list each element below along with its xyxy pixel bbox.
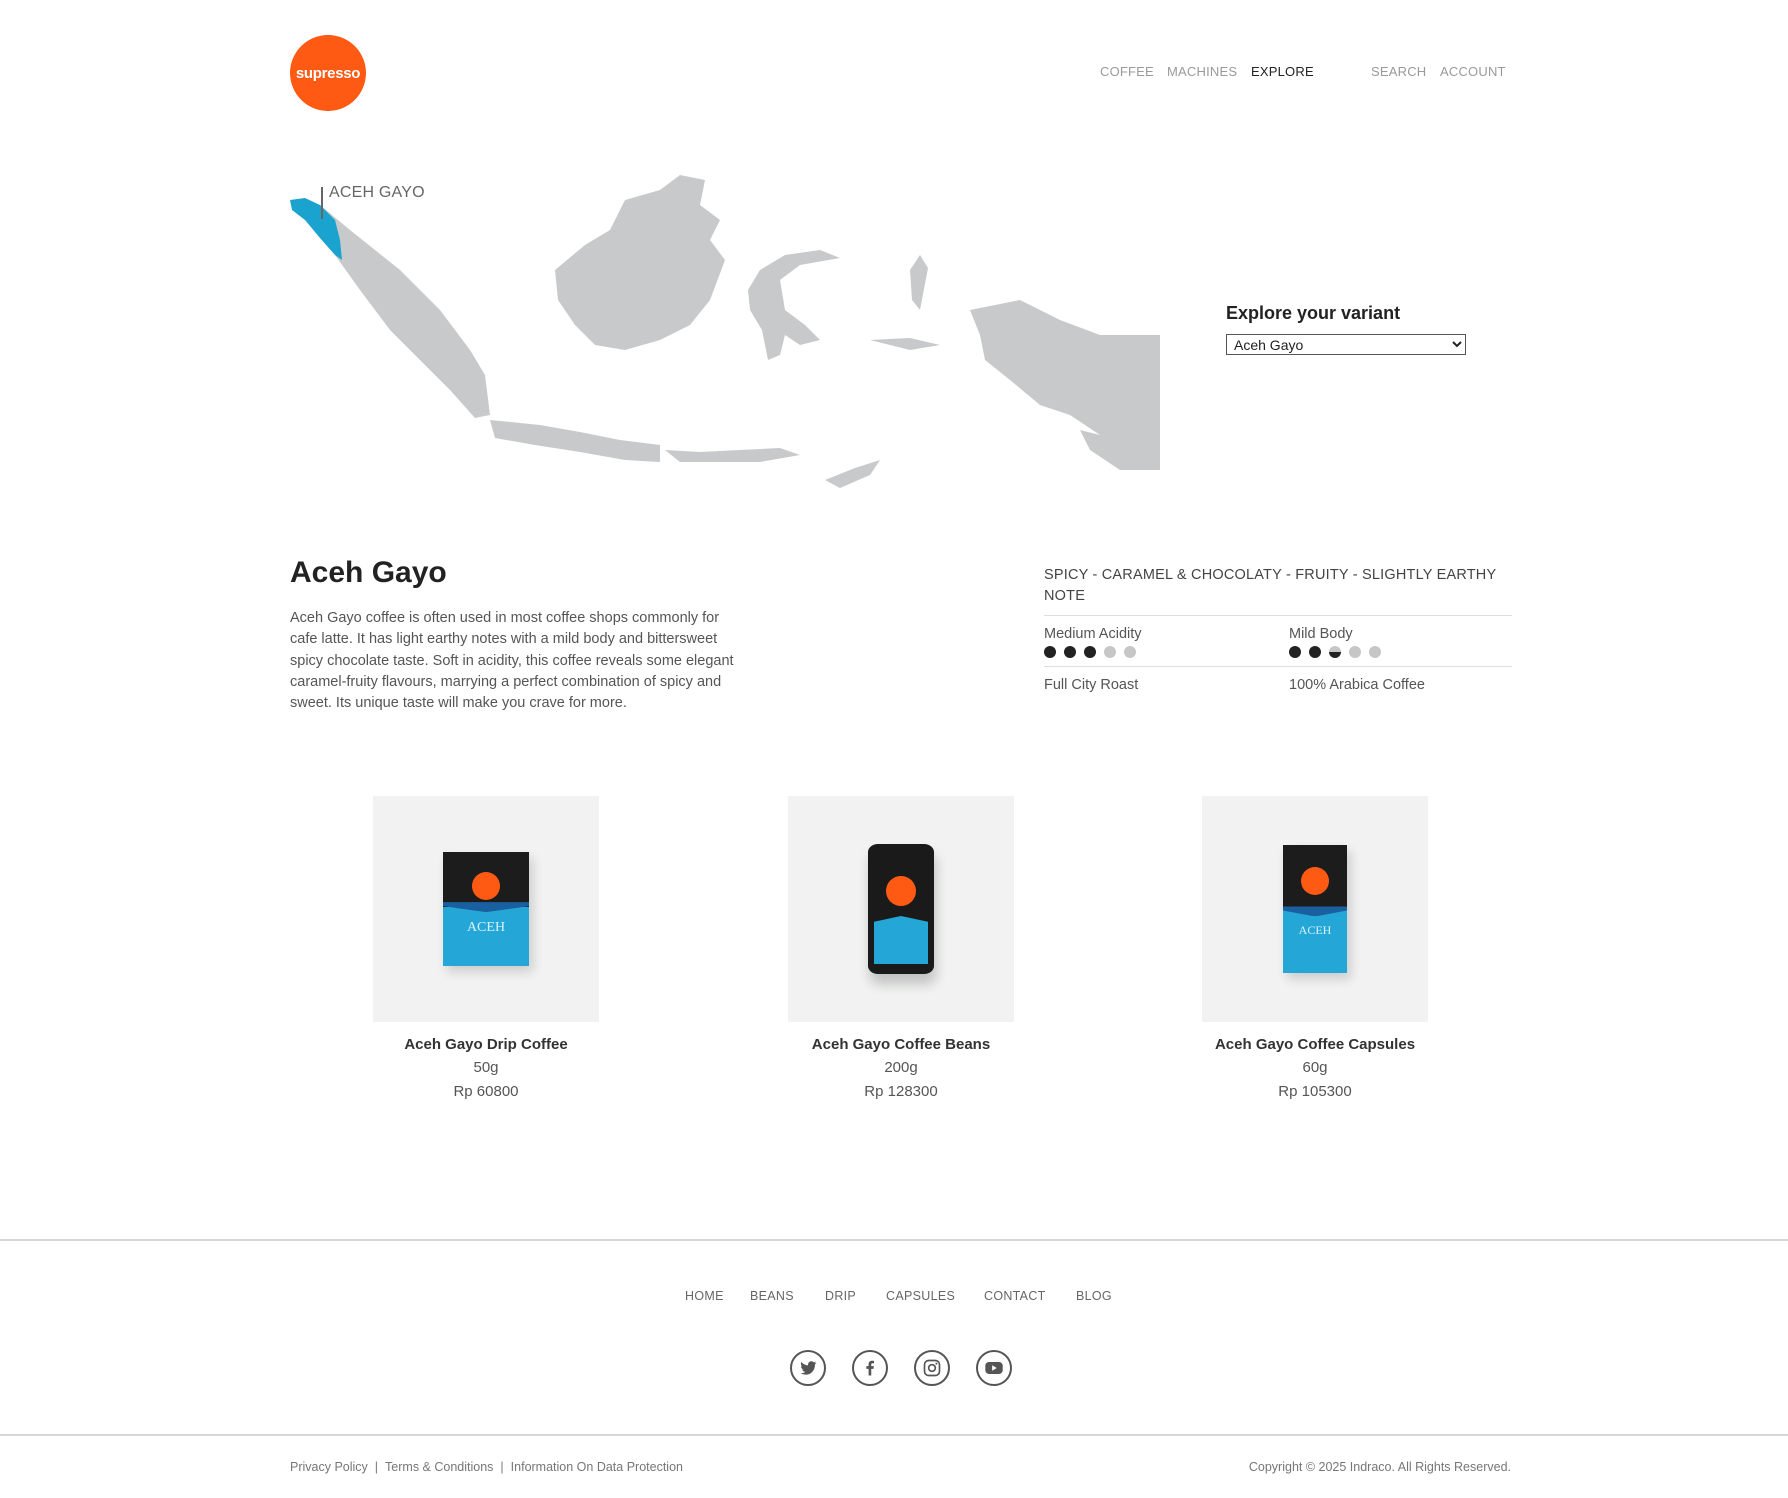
origin-label: 100% Arabica Coffee: [1289, 677, 1425, 693]
footer-divider: [0, 1434, 1788, 1436]
nav-search[interactable]: SEARCH: [1371, 64, 1426, 79]
map-region-borneo: [555, 175, 725, 350]
product-image: [788, 796, 1014, 1022]
product-price: Rp 128300: [864, 1083, 938, 1100]
rating-dot: [1329, 646, 1341, 658]
map-region-aceh-gayo: [290, 198, 342, 260]
capsules-package-icon: ACEH: [1283, 845, 1347, 973]
nav-account[interactable]: ACCOUNT: [1440, 64, 1506, 79]
rating-dot: [1349, 646, 1361, 658]
product-image: ACEH: [373, 796, 599, 1022]
indonesia-map[interactable]: [280, 150, 1180, 530]
map-region-lesser-sunda: [665, 448, 800, 462]
map-region-sulawesi: [748, 250, 840, 360]
body-label: Mild Body: [1289, 626, 1353, 642]
variant-select[interactable]: Aceh Gayo: [1226, 334, 1466, 355]
divider: [1044, 666, 1512, 667]
logo-text: supresso: [295, 64, 361, 82]
map-region-java: [490, 420, 660, 462]
footer-nav-drip[interactable]: DRIP: [825, 1289, 856, 1303]
acidity-rating: [1044, 646, 1136, 658]
supresso-logo[interactable]: supresso: [290, 35, 366, 111]
rating-dot: [1289, 646, 1301, 658]
rating-dot: [1309, 646, 1321, 658]
body-rating: [1289, 646, 1381, 658]
terms-link[interactable]: Terms & Conditions: [385, 1460, 493, 1474]
product-price: Rp 105300: [1278, 1083, 1352, 1100]
tasting-notes: SPICY - CARAMEL & CHOCOLATY - FRUITY - S…: [1044, 567, 1497, 604]
nav-explore[interactable]: EXPLORE: [1251, 64, 1314, 79]
beans-can-icon: [868, 844, 934, 974]
explore-variant-title: Explore your variant: [1226, 303, 1401, 323]
drip-package-icon: ACEH: [443, 852, 529, 966]
footer-nav-capsules[interactable]: CAPSULES: [886, 1289, 955, 1303]
product-size: 200g: [884, 1059, 918, 1076]
footer-nav-home[interactable]: HOME: [685, 1289, 724, 1303]
rating-dot: [1104, 646, 1116, 658]
rating-dot: [1044, 646, 1056, 658]
nav-machines[interactable]: MACHINES: [1167, 64, 1237, 79]
product-name: Aceh Gayo Drip Coffee: [404, 1036, 568, 1053]
data-protection-link[interactable]: Information On Data Protection: [511, 1460, 683, 1474]
instagram-icon[interactable]: [914, 1350, 950, 1386]
rating-dot: [1084, 646, 1096, 658]
product-description: Aceh Gayo coffee is often used in most c…: [290, 610, 734, 712]
youtube-icon[interactable]: [976, 1350, 1012, 1386]
facebook-icon[interactable]: [852, 1350, 888, 1386]
map-region-timor: [825, 460, 880, 488]
map-region-seram: [870, 338, 940, 350]
divider: [1044, 615, 1512, 616]
legal-separator: |: [374, 1460, 379, 1474]
map-region-maluku: [910, 255, 928, 310]
privacy-policy-link[interactable]: Privacy Policy: [290, 1460, 368, 1474]
acidity-label: Medium Acidity: [1044, 626, 1142, 642]
product-image: ACEH: [1202, 796, 1428, 1022]
footer-nav-beans[interactable]: BEANS: [750, 1289, 794, 1303]
product-title: Aceh Gayo: [290, 556, 447, 589]
footer-nav-blog[interactable]: BLOG: [1076, 1289, 1112, 1303]
legal-separator: |: [500, 1460, 504, 1474]
copyright-text: Copyright © 2025 Indraco. All Rights Res…: [1248, 1460, 1511, 1474]
map-region-label: ACEH GAYO: [329, 184, 425, 201]
map-region-sumatra: [320, 205, 490, 418]
product-size: 50g: [473, 1059, 499, 1076]
product-card-drip[interactable]: ACEH Aceh Gayo Drip Coffee 50g Rp 60800: [373, 796, 599, 1100]
product-name: Aceh Gayo Coffee Beans: [811, 1036, 991, 1053]
product-price: Rp 60800: [453, 1083, 519, 1100]
rating-dot: [1124, 646, 1136, 658]
twitter-icon[interactable]: [790, 1350, 826, 1386]
roast-label: Full City Roast: [1044, 677, 1139, 693]
rating-dot: [1369, 646, 1381, 658]
nav-coffee[interactable]: COFFEE: [1100, 64, 1154, 79]
product-card-beans[interactable]: Aceh Gayo Coffee Beans 200g Rp 128300: [788, 796, 1014, 1100]
product-size: 60g: [1302, 1059, 1328, 1076]
footer-nav-contact[interactable]: CONTACT: [984, 1289, 1046, 1303]
product-card-capsules[interactable]: ACEH Aceh Gayo Coffee Capsules 60g Rp 10…: [1202, 796, 1428, 1100]
footer-divider: [0, 1239, 1788, 1241]
map-pointer-line: [321, 187, 323, 219]
legal-links: Privacy Policy | Terms & Conditions | Inform…: [290, 1460, 683, 1474]
rating-dot: [1064, 646, 1076, 658]
product-name: Aceh Gayo Coffee Capsules: [1214, 1036, 1416, 1053]
